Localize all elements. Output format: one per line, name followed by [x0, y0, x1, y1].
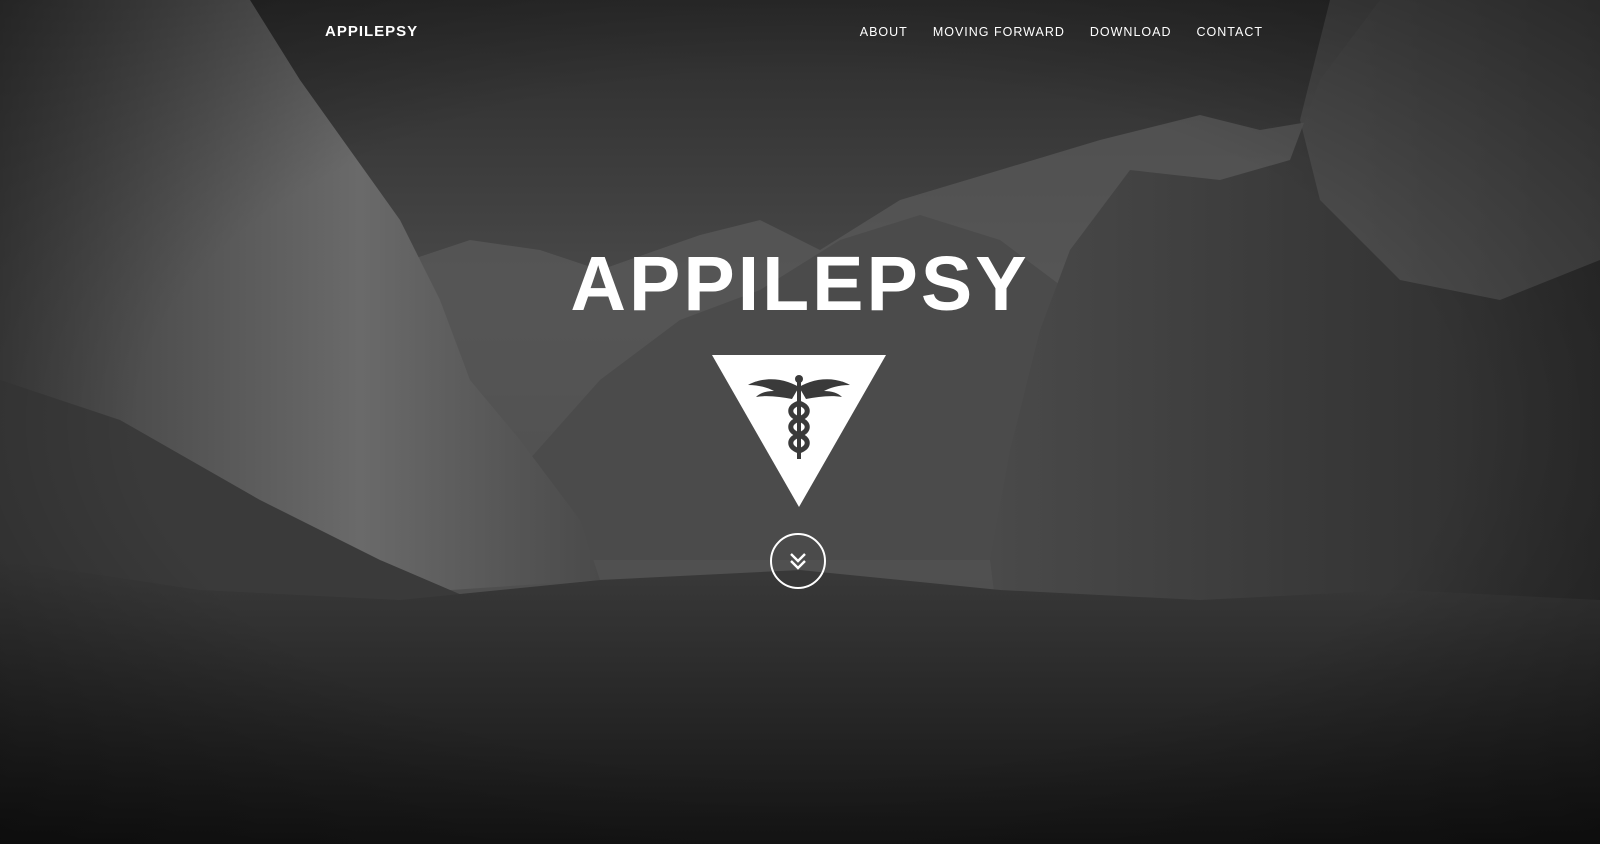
double-chevron-down-icon [790, 553, 806, 570]
nav-link-moving-forward[interactable]: MOVING FORWARD [933, 25, 1065, 39]
landing-page: APPILEPSY ABOUT MOVING FORWARD DOWNLOAD … [0, 0, 1600, 844]
caduceus-triangle-icon [712, 355, 886, 507]
top-navbar: APPILEPSY ABOUT MOVING FORWARD DOWNLOAD … [0, 0, 1600, 66]
nav-link-about[interactable]: ABOUT [860, 25, 908, 39]
nav-links: ABOUT MOVING FORWARD DOWNLOAD CONTACT [860, 25, 1263, 39]
scroll-down-button[interactable] [770, 533, 826, 589]
nav-link-contact[interactable]: CONTACT [1197, 25, 1264, 39]
brand-link[interactable]: APPILEPSY [325, 23, 418, 40]
hero-title: APPILEPSY [570, 241, 1030, 327]
nav-link-download[interactable]: DOWNLOAD [1090, 25, 1172, 39]
